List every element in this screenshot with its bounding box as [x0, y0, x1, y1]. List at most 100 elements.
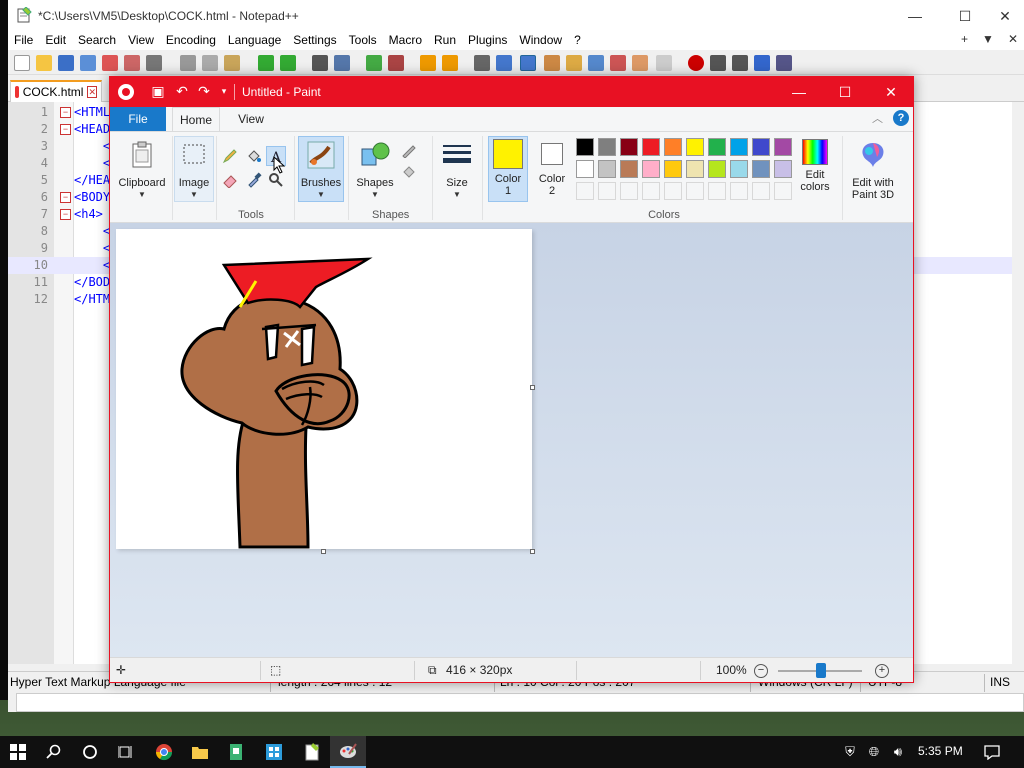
sync-v-icon[interactable]	[420, 55, 436, 71]
tab-view[interactable]: View	[228, 107, 274, 131]
replace-icon[interactable]	[334, 55, 350, 71]
palette-swatch-empty[interactable]	[708, 182, 726, 200]
palette-swatch-empty[interactable]	[752, 182, 770, 200]
record-macro-icon[interactable]	[688, 55, 704, 71]
npp-minimize-button[interactable]: —	[892, 0, 938, 32]
fold-toggle-icon[interactable]: −	[60, 192, 71, 203]
tab-cock-html[interactable]: COCK.html ✕	[10, 80, 102, 102]
app-taskbar-button[interactable]	[218, 736, 254, 768]
resize-handle-bottom[interactable]	[321, 549, 326, 554]
palette-swatch[interactable]	[620, 138, 638, 156]
menu-tools[interactable]: Tools	[343, 32, 383, 50]
menu-edit[interactable]: Edit	[39, 32, 72, 50]
paste-icon[interactable]	[224, 55, 240, 71]
volume-icon[interactable]: 🔊︎	[890, 744, 906, 760]
menu-macro[interactable]: Macro	[383, 32, 428, 50]
menu-help[interactable]: ?	[568, 32, 587, 50]
paint-maximize-button[interactable]: ☐	[822, 77, 868, 107]
palette-swatch[interactable]	[752, 160, 770, 178]
undo-icon[interactable]	[258, 55, 274, 71]
search-button[interactable]	[36, 736, 72, 768]
palette-swatch[interactable]	[642, 138, 660, 156]
find-icon[interactable]	[312, 55, 328, 71]
menu-run[interactable]: Run	[428, 32, 462, 50]
copy-icon[interactable]	[202, 55, 218, 71]
func-list-icon[interactable]	[588, 55, 604, 71]
palette-swatch[interactable]	[620, 160, 638, 178]
save-icon[interactable]: ▣	[150, 83, 166, 99]
chrome-taskbar-button[interactable]	[146, 736, 182, 768]
menu-language[interactable]: Language	[222, 32, 287, 50]
zoom-slider-thumb[interactable]	[816, 663, 826, 678]
taskbar-clock[interactable]: 5:35 PM	[918, 744, 963, 758]
resize-handle-right[interactable]	[530, 385, 535, 390]
palette-swatch-empty[interactable]	[686, 182, 704, 200]
network-globe-icon[interactable]: 🌐︎	[866, 744, 882, 760]
color-picker-tool[interactable]	[244, 170, 264, 190]
npp-close-button[interactable]: ✕	[982, 0, 1024, 32]
outline-tool[interactable]	[400, 140, 420, 160]
menu-window[interactable]: Window	[513, 32, 568, 50]
menu-plugins[interactable]: Plugins	[462, 32, 513, 50]
save-macro-icon[interactable]	[776, 55, 792, 71]
drawing-canvas[interactable]	[116, 229, 532, 549]
open-file-icon[interactable]	[36, 55, 52, 71]
paint-taskbar-button[interactable]	[330, 736, 366, 768]
palette-swatch[interactable]	[598, 160, 616, 178]
task-view-button[interactable]	[108, 736, 144, 768]
save-all-icon[interactable]	[80, 55, 96, 71]
tab-close-icon[interactable]: ✕	[87, 86, 97, 98]
palette-swatch-empty[interactable]	[730, 182, 748, 200]
palette-swatch-empty[interactable]	[598, 182, 616, 200]
eraser-tool[interactable]	[220, 170, 240, 190]
image-button[interactable]: Image ▼	[174, 136, 214, 202]
close-icon[interactable]	[102, 55, 118, 71]
fold-toggle-icon[interactable]: −	[60, 107, 71, 118]
cortana-button[interactable]	[72, 736, 108, 768]
palette-swatch[interactable]	[730, 138, 748, 156]
paint-minimize-button[interactable]: —	[776, 77, 822, 107]
wrap-icon[interactable]	[474, 55, 490, 71]
udl-icon[interactable]	[544, 55, 560, 71]
palette-swatch[interactable]	[752, 138, 770, 156]
zoom-in-plus-icon[interactable]: +	[875, 664, 889, 678]
color2-button[interactable]: Color 2	[532, 136, 572, 202]
color1-button[interactable]: Color 1	[488, 136, 528, 202]
zoom-out-icon[interactable]	[388, 55, 404, 71]
all-chars-icon[interactable]	[496, 55, 512, 71]
sync-h-icon[interactable]	[442, 55, 458, 71]
palette-swatch-empty[interactable]	[576, 182, 594, 200]
palette-swatch[interactable]	[576, 138, 594, 156]
palette-swatch[interactable]	[642, 160, 660, 178]
cut-icon[interactable]	[180, 55, 196, 71]
palette-swatch[interactable]	[708, 160, 726, 178]
fill-shape-tool[interactable]	[400, 162, 420, 182]
store-taskbar-button[interactable]	[256, 736, 292, 768]
notepadpp-taskbar-button[interactable]	[294, 736, 330, 768]
file-explorer-taskbar-button[interactable]	[182, 736, 218, 768]
fold-toggle-icon[interactable]: −	[60, 124, 71, 135]
fill-tool[interactable]	[244, 146, 264, 166]
menu-file[interactable]: File	[8, 32, 39, 50]
shapes-button[interactable]: Shapes ▼	[354, 136, 396, 202]
palette-swatch[interactable]	[576, 160, 594, 178]
pencil-tool[interactable]	[220, 146, 240, 166]
minimize-ribbon-chevron-up-icon[interactable]: ︿	[872, 110, 883, 126]
start-button[interactable]	[0, 736, 36, 768]
notepadpp-title-bar[interactable]: *C:\Users\VM5\Desktop\COCK.html - Notepa…	[8, 0, 1024, 32]
editor-vertical-scrollbar[interactable]	[1012, 102, 1024, 664]
menu-encoding[interactable]: Encoding	[160, 32, 222, 50]
help-icon[interactable]: ?	[893, 110, 909, 126]
palette-swatch[interactable]	[730, 160, 748, 178]
print-icon[interactable]	[146, 55, 162, 71]
folder-workspace-icon[interactable]	[610, 55, 626, 71]
windows-defender-shield-icon[interactable]: ⛨	[842, 744, 858, 760]
stop-macro-icon[interactable]	[710, 55, 726, 71]
edit-with-paint3d-button[interactable]: Edit with Paint 3D	[846, 136, 900, 202]
palette-swatch[interactable]	[664, 138, 682, 156]
redo-icon[interactable]: ↷	[196, 83, 212, 99]
fold-toggle-icon[interactable]: −	[60, 209, 71, 220]
new-tab-plus-icon[interactable]: +	[961, 32, 968, 50]
palette-swatch[interactable]	[664, 160, 682, 178]
palette-swatch[interactable]	[598, 138, 616, 156]
